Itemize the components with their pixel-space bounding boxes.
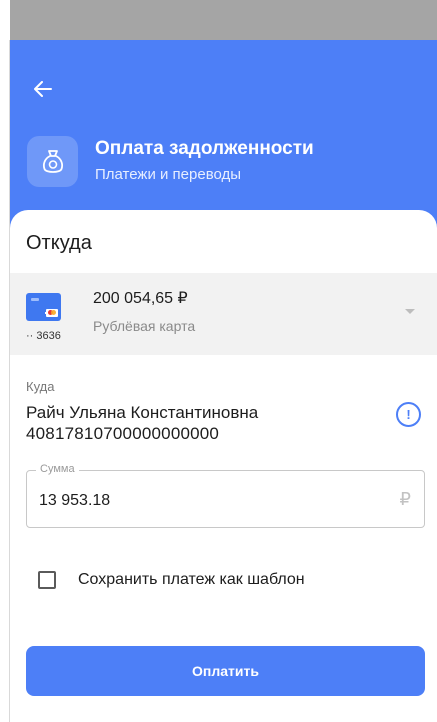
card-type: Рублёвая карта bbox=[93, 318, 196, 334]
chevron-down-icon bbox=[405, 309, 415, 314]
screen: Оплата задолженности Платежи и переводы … bbox=[0, 0, 437, 722]
card-number: ·· 3636 bbox=[26, 330, 61, 342]
save-template-checkbox[interactable] bbox=[38, 571, 56, 589]
page-subtitle: Платежи и переводы bbox=[95, 166, 242, 183]
destination-label: Куда bbox=[26, 379, 55, 394]
ruble-icon: ₽ bbox=[399, 489, 411, 509]
header: Оплата задолженности Платежи и переводы bbox=[10, 40, 437, 230]
sum-field[interactable]: Сумма ₽ bbox=[26, 463, 425, 528]
source-account-selector[interactable]: ·· 3636 200 054,65 ₽ Рублёвая карта bbox=[10, 273, 437, 355]
sum-input[interactable] bbox=[39, 492, 339, 510]
save-template-row[interactable]: Сохранить платеж как шаблон bbox=[38, 568, 305, 592]
arrow-left-icon bbox=[34, 81, 52, 97]
money-bag-icon bbox=[27, 136, 78, 187]
recipient-account: 40817810700000000000 bbox=[26, 424, 220, 443]
recipient-name: Райч Ульяна Константиновна bbox=[26, 403, 259, 422]
source-section-title: Откуда bbox=[26, 232, 92, 254]
back-button[interactable] bbox=[30, 76, 56, 102]
status-bar bbox=[10, 0, 437, 40]
save-template-label: Сохранить платеж как шаблон bbox=[78, 571, 305, 588]
info-icon[interactable]: ! bbox=[396, 402, 421, 427]
sum-label: Сумма bbox=[36, 463, 79, 475]
card-icon bbox=[26, 293, 61, 321]
account-balance: 200 054,65 ₽ bbox=[93, 290, 188, 307]
payment-form: Откуда ·· 3636 200 054,65 ₽ Рублёвая кар… bbox=[10, 210, 437, 722]
page-title: Оплата задолженности bbox=[95, 138, 314, 159]
edge-divider bbox=[9, 40, 10, 722]
pay-button[interactable]: Оплатить bbox=[26, 646, 425, 696]
